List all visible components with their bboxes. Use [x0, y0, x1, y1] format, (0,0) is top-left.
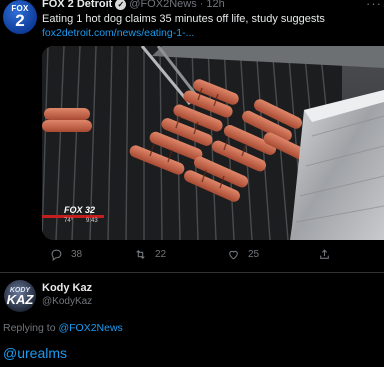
reply-icon — [51, 249, 62, 261]
kody-avatar[interactable]: KODY KAZ — [4, 280, 36, 312]
broadcast-bug: FOX 32 74° 9:43 — [42, 205, 104, 233]
retweet-button[interactable]: 22 — [134, 248, 166, 261]
separator-dot: · — [199, 0, 204, 10]
replying-to-mention[interactable]: @FOX2News — [58, 322, 122, 334]
like-button[interactable]: 25 — [227, 248, 259, 261]
tweet-header: FOX 2 Detroit ✓ @FOX2News · 12h — [42, 0, 225, 10]
author-name[interactable]: FOX 2 Detroit — [42, 0, 112, 10]
avatar-text-bottom: 2 — [15, 11, 25, 30]
reply-divider — [0, 272, 384, 273]
like-count: 25 — [248, 249, 260, 260]
fox2-avatar[interactable]: FOX 2 — [3, 0, 37, 34]
broadcast-station: FOX 32 — [64, 205, 96, 215]
replying-to-label: Replying to — [3, 322, 56, 334]
share-icon — [320, 249, 329, 259]
replying-to-line: Replying to @FOX2News — [3, 322, 123, 334]
reply-author-handle[interactable]: @KodyKaz — [42, 296, 92, 307]
heart-icon — [229, 250, 238, 260]
broadcast-time: 9:43 — [86, 218, 98, 224]
reply-button[interactable]: 38 — [50, 248, 82, 261]
retweet-count: 22 — [155, 249, 167, 260]
avatar-text-bottom: KAZ — [6, 291, 34, 307]
more-options-icon[interactable]: ··· — [366, 0, 382, 11]
broadcast-temp: 74° — [64, 218, 74, 224]
retweet-icon — [136, 249, 145, 260]
tweet-link[interactable]: fox2detroit.com/news/eating-1-... — [42, 27, 194, 39]
reply-text[interactable]: @urealms — [3, 345, 67, 361]
author-handle[interactable]: @FOX2News — [129, 0, 196, 10]
verified-badge-icon: ✓ — [115, 0, 127, 10]
reply-author-name[interactable]: Kody Kaz — [42, 282, 92, 294]
share-button[interactable] — [318, 248, 331, 261]
reply-count: 38 — [71, 249, 83, 260]
tweet-actions: 38 22 25 — [42, 248, 342, 264]
tweet-text: Eating 1 hot dog claims 35 minutes off l… — [42, 13, 325, 25]
tweet-timestamp[interactable]: 12h — [206, 0, 224, 10]
tweet-media-image[interactable]: FOX 32 74° 9:43 — [42, 46, 384, 240]
